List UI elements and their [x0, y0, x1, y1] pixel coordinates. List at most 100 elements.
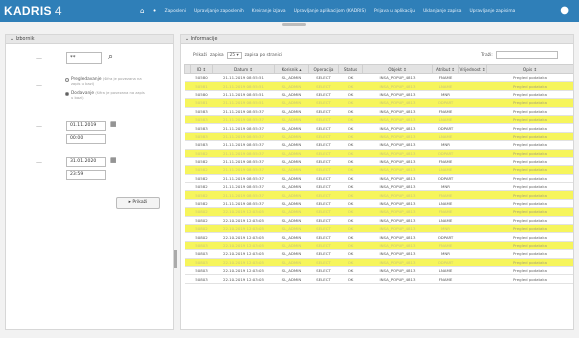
- cell-date: 21.11.2019 08:55:37: [212, 140, 275, 150]
- search-icon[interactable]: ⌕: [108, 52, 113, 62]
- table-row[interactable]: 50582 21.11.2019 08:55:37 SL_ADMIN SELECT OK…: [184, 165, 573, 175]
- show-button[interactable]: ▸ Prikaži: [116, 197, 160, 209]
- cell-attribute: ODPART: [432, 232, 459, 242]
- cell-description[interactable]: Pregled podataka: [486, 266, 573, 276]
- page-size-select[interactable]: 25 ▾: [226, 52, 242, 59]
- cell-description[interactable]: Pregled podataka: [486, 90, 573, 100]
- nav-item-upravljanje-aplikacijom[interactable]: Upravljanje aplikacijom (KADRIS): [294, 9, 366, 14]
- table-row[interactable]: 50583 21.11.2019 08:55:37 SL_ADMIN SELECT OK…: [184, 107, 573, 116]
- time-to-field[interactable]: 23:59: [66, 170, 106, 180]
- home-icon[interactable]: ⌂: [140, 7, 144, 15]
- table-row[interactable]: 50582 21.11.2019 08:55:37 SL_ADMIN SELECT OK…: [184, 182, 573, 192]
- cell-description[interactable]: Pregled podataka: [486, 98, 573, 108]
- column-header-atribut[interactable]: Atribut ⇕: [432, 64, 459, 74]
- cell-description[interactable]: Pregled podataka: [486, 73, 573, 83]
- cell-status: OK: [338, 157, 363, 167]
- table-row[interactable]: 50803 22.10.2019 12:03:05 SL_ADMIN SELECT OK…: [184, 258, 573, 268]
- cell-description[interactable]: Pregled podataka: [486, 216, 573, 226]
- table-row[interactable]: 50580 21.11.2019 08:55:51 SL_ADMIN SELECT OK…: [184, 90, 573, 100]
- cell-description[interactable]: Pregled podataka: [486, 165, 573, 175]
- cell-description[interactable]: Pregled podataka: [486, 190, 573, 200]
- cell-description[interactable]: Pregled podataka: [486, 224, 573, 234]
- table-row[interactable]: 50583 21.11.2019 08:55:37 SL_ADMIN SELECT OK…: [184, 140, 573, 150]
- cell-description[interactable]: Pregled podataka: [486, 107, 573, 116]
- column-header-status[interactable]: Status: [338, 64, 363, 74]
- table-row[interactable]: 50802 22.10.2019 12:03:05 SL_ADMIN SELECT OK…: [184, 207, 573, 217]
- table-row[interactable]: 50582 21.11.2019 08:55:37 SL_ADMIN SELECT OK…: [184, 157, 573, 167]
- column-header-korisnik[interactable]: Korisnik ▴: [274, 64, 309, 74]
- nav-item-kreiranje-izjava[interactable]: Kreiranje izjava: [252, 9, 286, 14]
- cell-description[interactable]: Pregled podataka: [486, 258, 573, 268]
- cell-id: 50582: [190, 157, 213, 167]
- calendar-icon[interactable]: ▦: [110, 156, 117, 164]
- table-row[interactable]: 50582 21.11.2019 08:55:37 SL_ADMIN SELECT OK…: [184, 199, 573, 209]
- cell-description[interactable]: Pregled podataka: [486, 174, 573, 184]
- table-row[interactable]: 50580 21.11.2019 08:55:51 SL_ADMIN SELECT OK…: [184, 73, 573, 83]
- table-row[interactable]: 50802 22.10.2019 12:03:05 SL_ADMIN SELECT OK…: [184, 232, 573, 242]
- collapse-handle[interactable]: [282, 23, 306, 26]
- nav-item-uklanjanje-zapisa[interactable]: Uklanjanje zapisa: [423, 9, 461, 14]
- cell-description[interactable]: Pregled podataka: [486, 199, 573, 209]
- table-search-input[interactable]: [495, 51, 558, 59]
- radio-dodavanje[interactable]: Dodavanje (šifra je povezana na zapis u …: [65, 91, 145, 101]
- radio-pregled[interactable]: Pregledavanje (šifra je povezana na zapi…: [65, 77, 145, 87]
- date-to-field[interactable]: 31.01.2020: [66, 157, 106, 167]
- table-row[interactable]: 50582 21.11.2019 08:55:37 SL_ADMIN SELECT OK…: [184, 149, 573, 158]
- table-row[interactable]: 50802 22.10.2019 12:03:05 SL_ADMIN SELECT OK…: [184, 224, 573, 234]
- cell-date: 21.11.2019 08:55:37: [212, 123, 275, 133]
- date-from-field[interactable]: 01.11.2019: [66, 121, 106, 131]
- table-row[interactable]: 50803 22.10.2019 12:03:05 SL_ADMIN SELECT OK…: [184, 241, 573, 251]
- nav-item-prijava[interactable]: Prijava u aplikaciju: [374, 9, 415, 14]
- table-row[interactable]: 50803 22.10.2019 12:03:05 SL_ADMIN SELECT OK…: [184, 249, 573, 259]
- column-header-opis[interactable]: Opis ⇕: [486, 64, 573, 74]
- column-header-objekt[interactable]: Objekt ⇕: [362, 64, 433, 74]
- search-input[interactable]: **: [66, 52, 102, 64]
- calendar-icon[interactable]: ▦: [110, 120, 117, 128]
- table-row[interactable]: 50581 21.11.2019 08:55:51 SL_ADMIN SELECT OK…: [184, 98, 573, 108]
- table-row[interactable]: 50581 21.11.2019 08:55:51 SL_ADMIN SELECT OK…: [184, 81, 573, 91]
- table-row[interactable]: 50802 22.10.2019 12:03:05 SL_ADMIN SELECT OK…: [184, 216, 573, 226]
- cell-description[interactable]: Pregled podataka: [486, 115, 573, 125]
- table-row[interactable]: 50582 21.11.2019 08:55:37 SL_ADMIN SELECT OK…: [184, 190, 573, 200]
- cell-description[interactable]: Pregled podataka: [486, 207, 573, 217]
- nav-item-upravljanje-zapisima[interactable]: Upravljanje zapisima: [470, 9, 516, 14]
- column-header-operacija[interactable]: Operacija: [308, 64, 339, 74]
- radio-button[interactable]: [65, 78, 69, 82]
- cell-description[interactable]: Pregled podataka: [486, 241, 573, 251]
- user-icon[interactable]: ●: [560, 5, 569, 16]
- radio-button-selected[interactable]: [65, 92, 69, 96]
- table-row[interactable]: 50583 21.11.2019 08:55:37 SL_ADMIN SELECT OK…: [184, 132, 573, 142]
- panel-splitter[interactable]: [174, 250, 177, 268]
- cell-id: 50802: [190, 232, 213, 242]
- cell-description[interactable]: Pregled podataka: [486, 274, 573, 284]
- table-row[interactable]: 50803 22.10.2019 12:03:05 SL_ADMIN SELECT OK…: [184, 266, 573, 276]
- cell-user: SL_ADMIN: [274, 258, 309, 268]
- column-header-vrijednost[interactable]: Vrijednost ⇕: [458, 64, 487, 74]
- table-row[interactable]: 50583 21.11.2019 08:55:37 SL_ADMIN SELECT OK…: [184, 123, 573, 133]
- column-label: Atribut: [435, 66, 451, 72]
- column-header-id[interactable]: ID ⇕: [190, 64, 213, 74]
- bullet-icon: •: [152, 7, 157, 15]
- nav-item-zaposleni[interactable]: Zaposleni: [165, 9, 186, 14]
- cell-description[interactable]: Pregled podataka: [486, 149, 573, 158]
- cell-object: INSA_POPUP_4813: [362, 98, 433, 108]
- cell-description[interactable]: Pregled podataka: [486, 157, 573, 167]
- cell-description[interactable]: Pregled podataka: [486, 132, 573, 142]
- cell-description[interactable]: Pregled podataka: [486, 232, 573, 242]
- cell-description[interactable]: Pregled podataka: [486, 140, 573, 150]
- cell-description[interactable]: Pregled podataka: [486, 182, 573, 192]
- table-row[interactable]: 50582 21.11.2019 08:55:37 SL_ADMIN SELECT OK…: [184, 174, 573, 184]
- table-row[interactable]: 50583 21.11.2019 08:55:37 SL_ADMIN SELECT OK…: [184, 115, 573, 125]
- cell-object: INSA_POPUP_4813: [362, 182, 433, 192]
- cell-description[interactable]: Pregled podataka: [486, 249, 573, 259]
- column-header-datum[interactable]: Datum ⇕: [212, 64, 275, 74]
- time-from-field[interactable]: 00:00: [66, 134, 106, 144]
- cell-description[interactable]: Pregled podataka: [486, 81, 573, 91]
- information-panel-header[interactable]: ⌄ Informacije: [181, 35, 573, 44]
- table-row[interactable]: 50803 22.10.2019 12:03:05 SL_ADMIN SELECT OK…: [184, 274, 573, 284]
- filter-panel-header[interactable]: ⌄ Izbornik: [6, 35, 173, 44]
- cell-description[interactable]: Pregled podataka: [486, 123, 573, 133]
- nav-item-upravljanje-zaposlenih[interactable]: Upravljanje zaposlenih: [194, 9, 244, 14]
- cell-id: 50582: [190, 165, 213, 175]
- app-logo[interactable]: KADRIS 4: [4, 4, 62, 18]
